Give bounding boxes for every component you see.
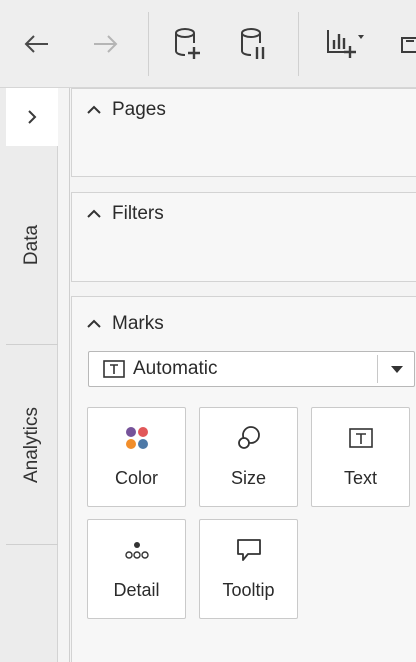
text-box-icon (348, 428, 373, 448)
tooltip-label: Tooltip (222, 580, 275, 600)
color-dots-icon (125, 427, 148, 449)
detail-dots-icon (124, 542, 149, 559)
filters-card: Filters (71, 192, 416, 282)
collapse-toggle-button[interactable] (6, 88, 58, 146)
marks-title: Marks (112, 313, 164, 334)
chart-add-icon (327, 30, 364, 58)
detail-tile[interactable]: Detail (87, 519, 186, 619)
tab-analytics-label: Analytics (21, 406, 42, 483)
arrow-right-icon (94, 35, 118, 53)
pages-card-header[interactable]: Pages (84, 99, 166, 121)
toolbar-overflow-button[interactable] (398, 30, 416, 58)
pause-updates-button[interactable] (234, 22, 274, 66)
marks-card-header[interactable]: Marks (84, 313, 164, 335)
chart-icon (401, 37, 416, 53)
new-data-source-button[interactable] (168, 22, 208, 66)
text-label: Text (343, 468, 377, 488)
pages-title: Pages (112, 99, 166, 120)
side-rail: Data Analytics (0, 88, 58, 662)
rail-empty-area (6, 544, 58, 662)
filters-title: Filters (112, 203, 164, 224)
tableau-side-panel: Data Analytics Pages Filters Marks Autom… (0, 0, 416, 662)
tooltip-icon (236, 539, 261, 561)
tooltip-tile[interactable]: Tooltip (199, 519, 298, 619)
toolbar (0, 0, 416, 88)
arrow-left-icon (24, 35, 48, 53)
pages-card: Pages (71, 88, 416, 177)
tab-analytics[interactable]: Analytics (6, 344, 58, 544)
tab-data[interactable]: Data (6, 146, 58, 344)
toolbar-separator (148, 12, 149, 76)
toolbar-separator (298, 12, 299, 76)
dropdown-divider (377, 355, 378, 383)
chevron-up-icon (87, 319, 101, 328)
color-label: Color (114, 468, 158, 488)
forward-button[interactable] (88, 26, 124, 62)
show-me-button[interactable] (322, 24, 378, 64)
tab-data-label: Data (20, 224, 42, 266)
database-pause-icon (241, 28, 265, 59)
chevron-right-icon (28, 110, 37, 124)
chevron-up-icon (87, 209, 101, 218)
detail-label: Detail (113, 580, 160, 600)
size-tile[interactable]: Size (199, 407, 298, 507)
text-box-icon (103, 360, 125, 378)
mark-type-value: Automatic (133, 358, 218, 379)
size-label: Size (230, 468, 266, 488)
mark-type-dropdown[interactable]: Automatic (88, 351, 415, 387)
back-button[interactable] (18, 26, 54, 62)
marks-card: Marks Automatic Color Size Text Detail T… (71, 296, 416, 662)
pane-divider[interactable] (58, 88, 70, 662)
size-icon (237, 426, 260, 449)
chevron-down-icon (391, 366, 403, 373)
color-tile[interactable]: Color (87, 407, 186, 507)
text-tile[interactable]: Text (311, 407, 410, 507)
filters-card-header[interactable]: Filters (84, 203, 164, 225)
chevron-up-icon (87, 105, 101, 114)
database-add-icon (175, 28, 200, 59)
